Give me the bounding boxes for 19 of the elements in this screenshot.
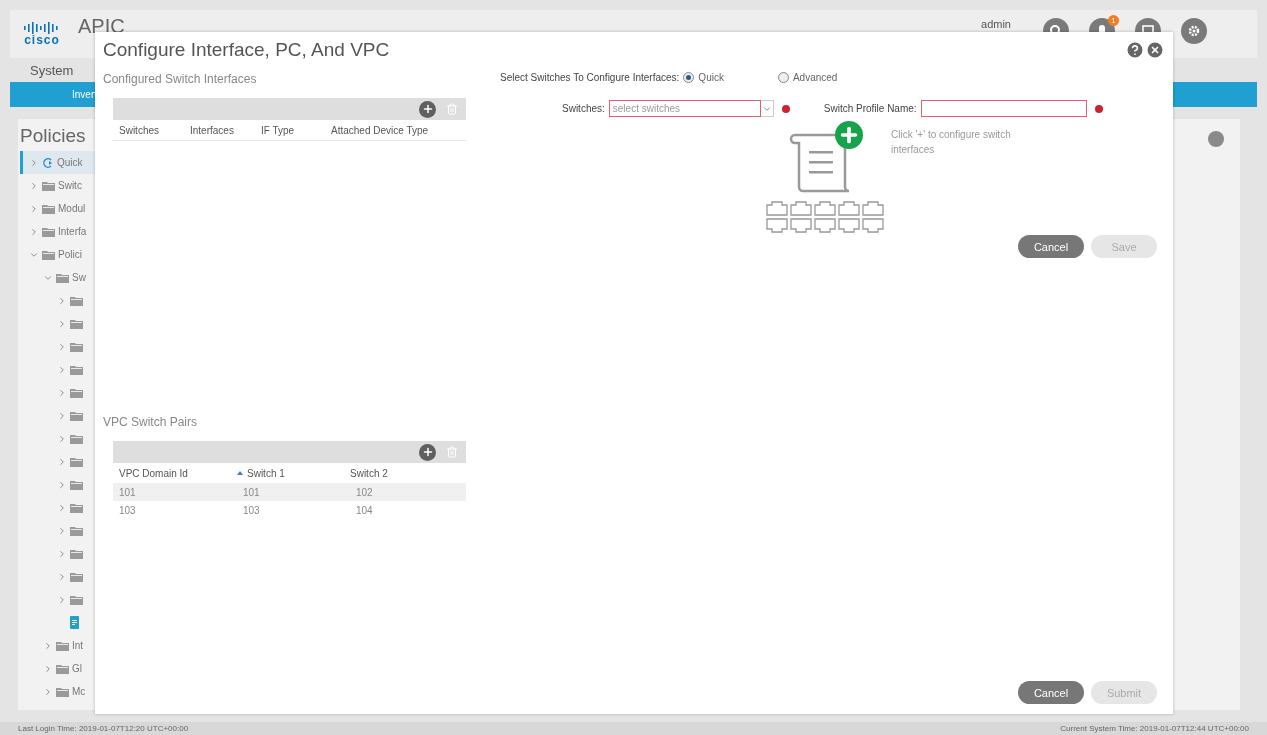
mode-label: Select Switches To Configure Interfaces: (500, 71, 680, 83)
table-cell-text: 104 (356, 504, 374, 516)
table-cell-text: 101 (243, 486, 261, 498)
section-title: Configured Switch Interfaces (103, 72, 258, 86)
notification-badge: 1 (1108, 15, 1119, 26)
table-cell-text: 103 (119, 504, 137, 516)
table-cell-text: 102 (356, 486, 374, 498)
dialog-title: Configure Interface, PC, And VPC (103, 39, 391, 61)
panel-title: Policies (20, 125, 86, 148)
section-title: VPC Switch Pairs (103, 415, 199, 429)
field-label: Switch Profile Name: (823, 103, 917, 114)
last-login-time: Last Login Time: 2019-01-07T12:20 UTC+00:00 (18, 724, 189, 733)
logo-text: cisco (24, 34, 60, 46)
current-system-time: Current System Time: 2019-01-07T12:44 UTC+00:00 (1060, 724, 1249, 733)
app-name: APIC (78, 16, 125, 36)
field-label: Switches: (562, 103, 605, 114)
table-cell-text: 101 (119, 486, 137, 498)
table-cell-text: 103 (243, 504, 261, 516)
hint-text: Click '+' to configure switch interfaces (891, 128, 1012, 157)
